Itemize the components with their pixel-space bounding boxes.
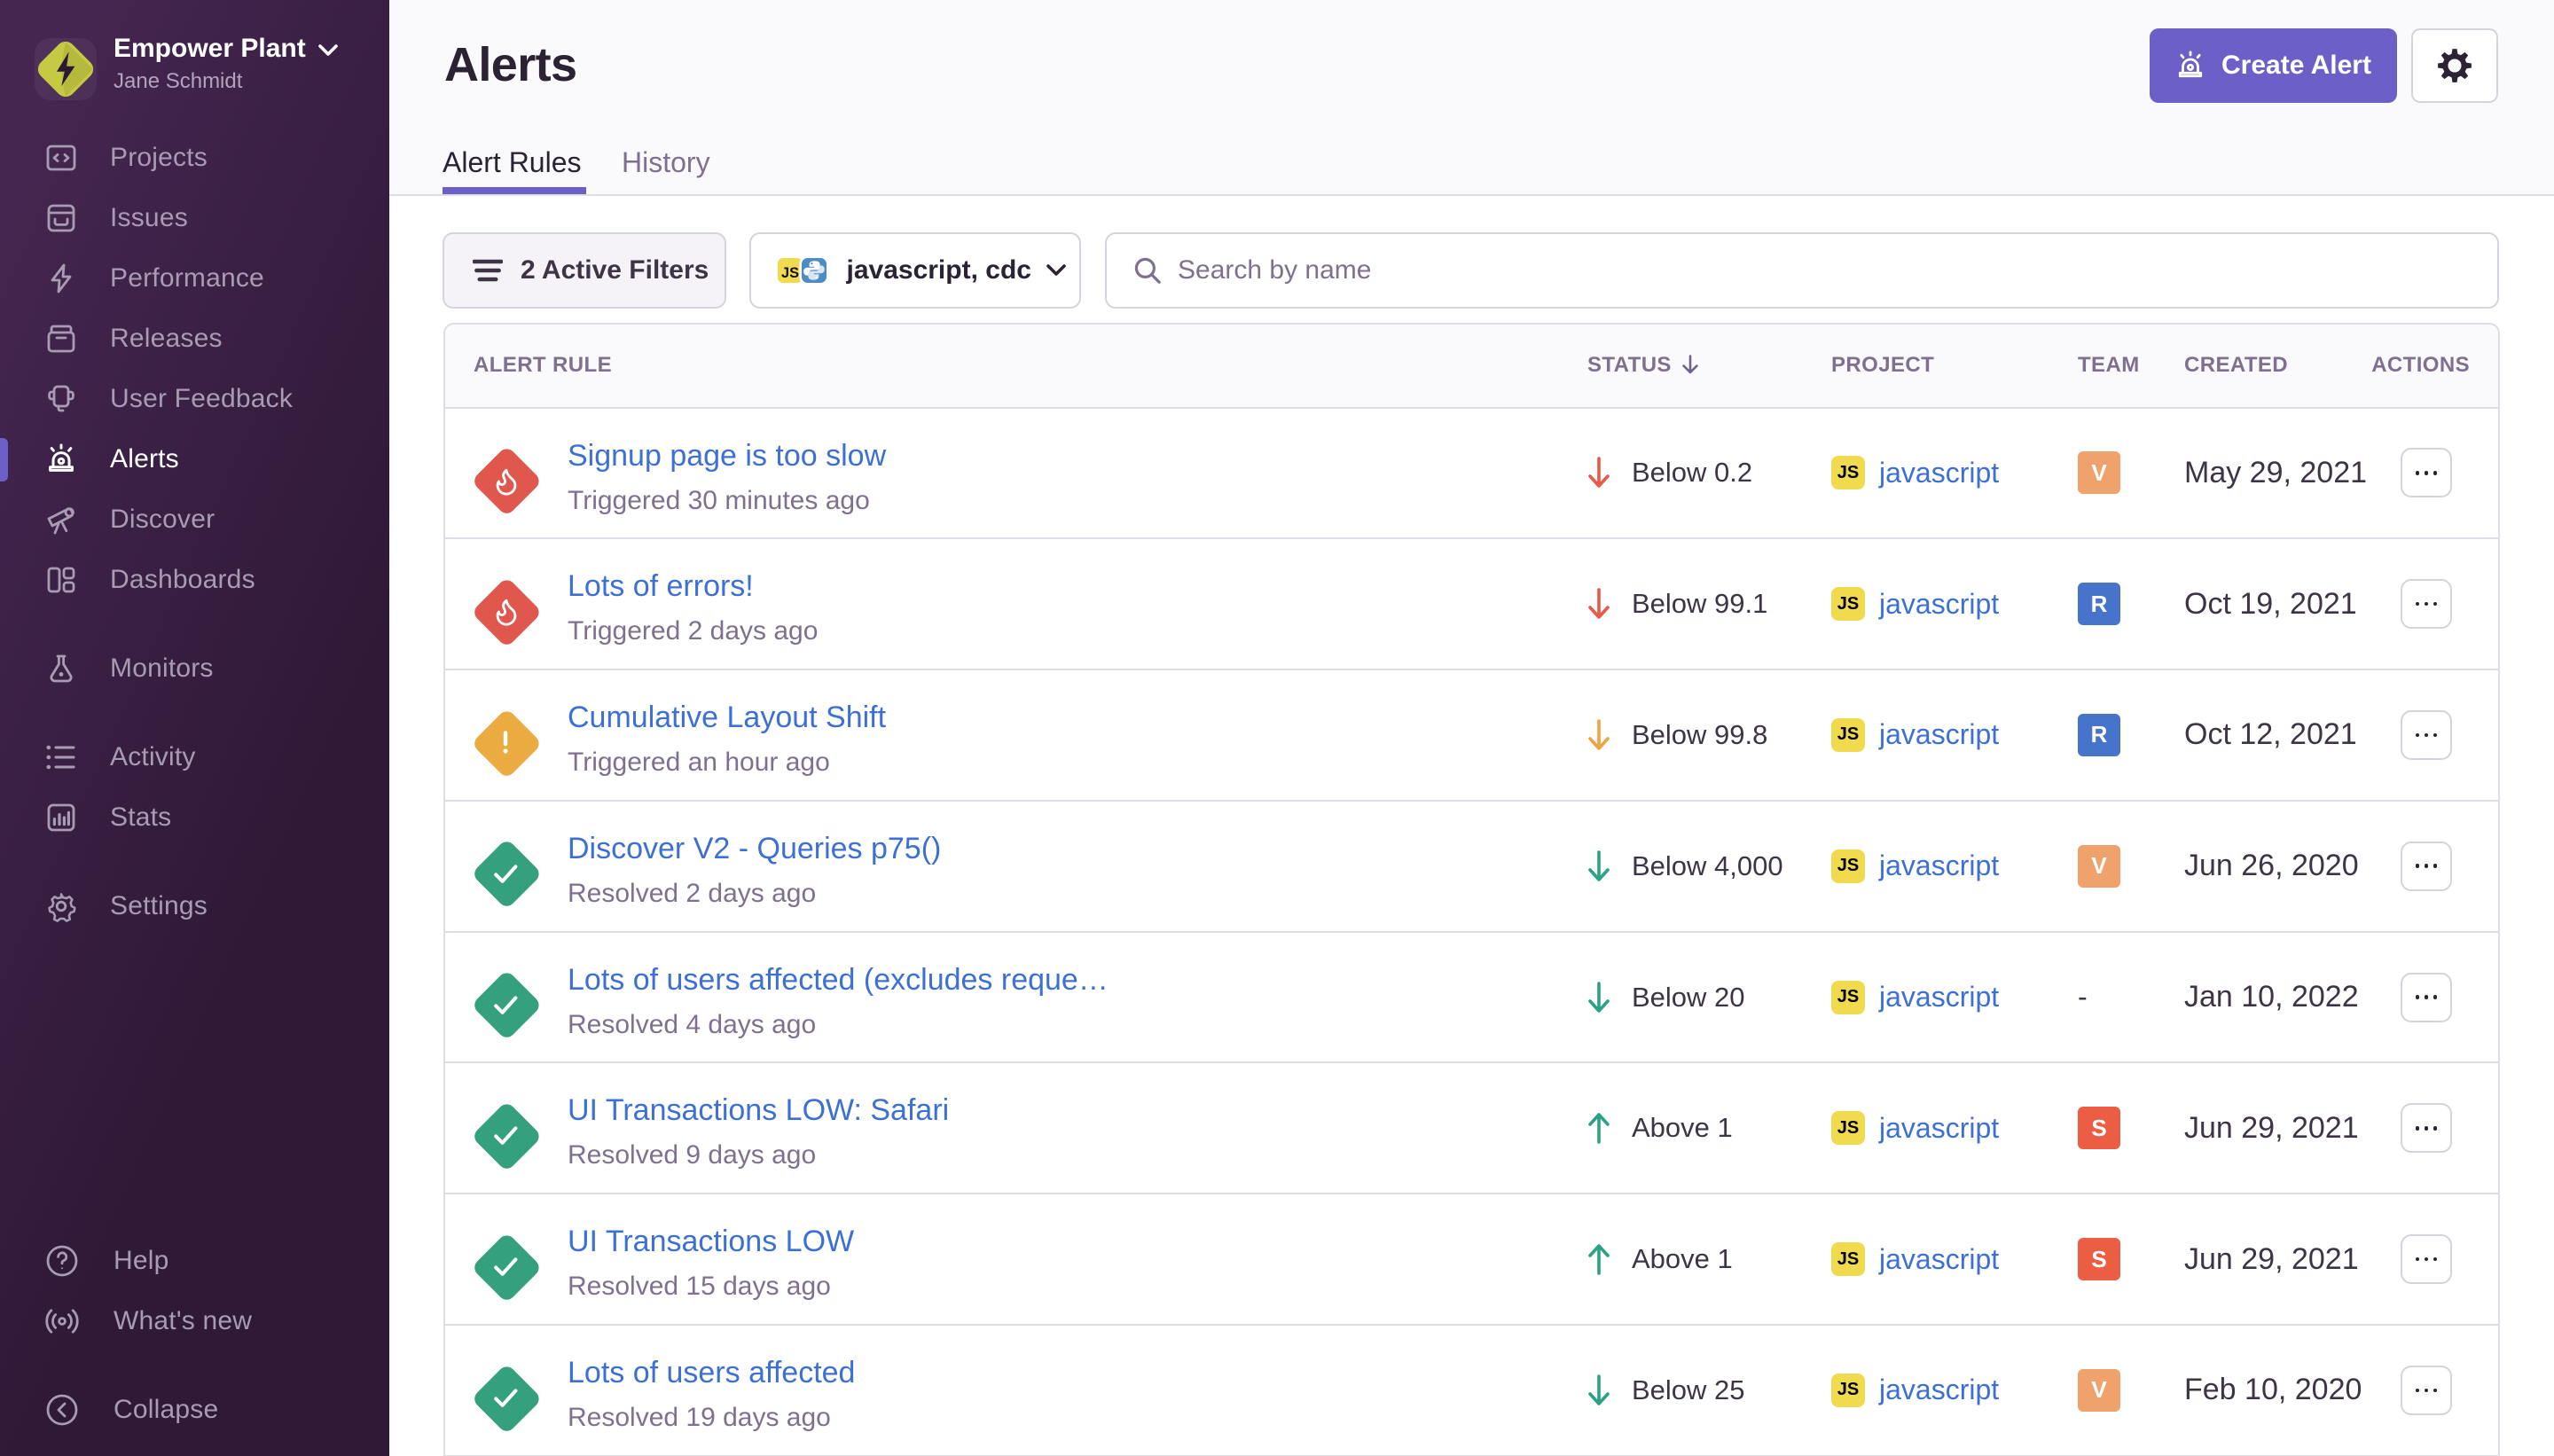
svg-text:JS: JS bbox=[780, 265, 798, 281]
